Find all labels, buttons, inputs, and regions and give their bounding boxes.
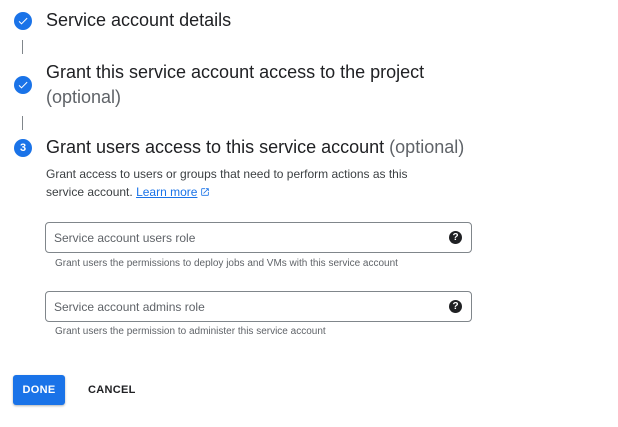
service-account-wizard: Service account details Grant this servi… (0, 0, 618, 427)
step-3-description: Grant access to users or groups that nee… (46, 165, 446, 201)
admins-role-hint: Grant users the permission to administer… (55, 326, 326, 337)
step-3-title: Grant users access to this service accou… (46, 135, 464, 159)
external-link-icon (201, 188, 210, 196)
step-3-number-badge: 3 (14, 139, 32, 157)
step-3-optional-label: (optional) (389, 137, 465, 157)
step-connector (22, 116, 23, 130)
step-1-title[interactable]: Service account details (46, 8, 231, 32)
service-account-users-role-field: ? (45, 222, 472, 253)
step-connector (22, 40, 23, 54)
step-2-complete-icon (14, 76, 32, 94)
service-account-users-role-input[interactable] (54, 223, 434, 252)
users-role-hint: Grant users the permissions to deploy jo… (55, 258, 398, 269)
step-3-number: 3 (19, 142, 27, 154)
step-2-title[interactable]: Grant this service account access to the… (46, 60, 424, 84)
check-icon (18, 17, 28, 25)
check-icon (18, 81, 28, 89)
service-account-admins-role-input[interactable] (54, 292, 434, 321)
cancel-button[interactable]: CANCEL (80, 375, 144, 405)
service-account-admins-role-field: ? (45, 291, 472, 322)
done-button[interactable]: DONE (13, 375, 65, 405)
step-1-complete-icon (14, 12, 32, 30)
step-2-optional-label: (optional) (46, 87, 122, 107)
description-text: Grant access to users or groups that nee… (46, 167, 408, 199)
step-3-title-text: Grant users access to this service accou… (46, 137, 385, 157)
help-icon[interactable]: ? (449, 300, 462, 313)
learn-more-link[interactable]: Learn more (136, 185, 197, 199)
help-icon[interactable]: ? (449, 231, 462, 244)
